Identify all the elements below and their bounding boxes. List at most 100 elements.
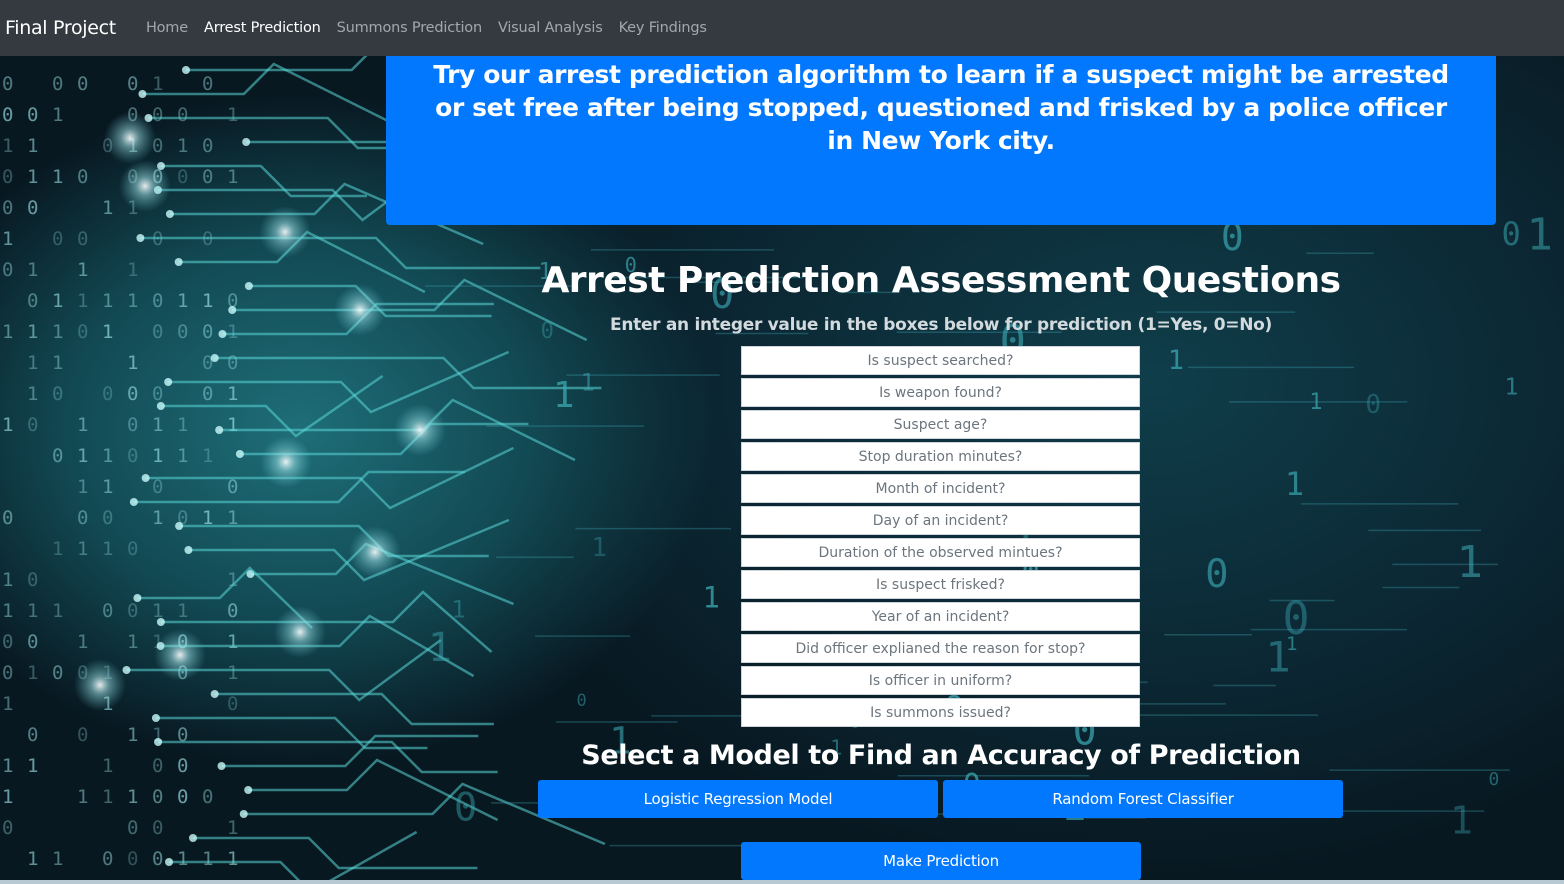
nav-link-key-findings[interactable]: Key Findings	[611, 20, 715, 36]
model-section-title: Select a Model to Find an Accuracy of Pr…	[581, 740, 1301, 771]
svg-text:1: 1	[77, 538, 88, 560]
svg-text:0: 0	[2, 166, 13, 188]
questions-form	[741, 346, 1140, 730]
svg-text:1: 1	[428, 625, 452, 671]
weapon-found-input[interactable]	[741, 378, 1140, 407]
svg-text:1: 1	[177, 445, 188, 467]
svg-text:0: 0	[127, 600, 138, 622]
svg-text:0: 0	[127, 538, 138, 560]
svg-text:1: 1	[177, 600, 188, 622]
svg-text:0: 0	[127, 383, 138, 405]
svg-text:0: 0	[27, 197, 38, 219]
nav-link-visual-analysis[interactable]: Visual Analysis	[490, 20, 611, 36]
make-prediction-button[interactable]: Make Prediction	[741, 842, 1141, 880]
svg-text:1: 1	[227, 414, 238, 436]
svg-text:0: 0	[77, 166, 88, 188]
svg-text:0: 0	[127, 445, 138, 467]
svg-text:0: 0	[202, 135, 213, 157]
svg-text:1: 1	[52, 104, 63, 126]
svg-text:1: 1	[102, 445, 113, 467]
nav-link-arrest-prediction[interactable]: Arrest Prediction	[196, 20, 329, 36]
svg-text:1: 1	[102, 786, 113, 808]
svg-text:0: 0	[27, 569, 38, 591]
svg-text:1: 1	[1285, 465, 1304, 503]
svg-text:1: 1	[202, 445, 213, 467]
svg-text:1: 1	[77, 414, 88, 436]
hero-banner: Try our arrest prediction algorithm to l…	[386, 56, 1496, 225]
suspect-age-input[interactable]	[741, 410, 1140, 439]
observed-duration-input[interactable]	[741, 538, 1140, 567]
brand-link[interactable]: Final Project	[5, 17, 116, 39]
svg-text:0: 0	[202, 383, 213, 405]
svg-text:1: 1	[102, 197, 113, 219]
svg-text:0: 0	[127, 414, 138, 436]
svg-text:0: 0	[177, 166, 188, 188]
svg-text:1: 1	[451, 596, 465, 624]
svg-text:0: 0	[576, 691, 586, 711]
svg-text:0: 0	[52, 73, 63, 95]
svg-text:0: 0	[52, 445, 63, 467]
svg-text:0: 0	[2, 631, 13, 653]
incident-day-input[interactable]	[741, 506, 1140, 535]
svg-text:1: 1	[591, 533, 607, 563]
logistic-regression-button[interactable]: Logistic Regression Model	[538, 780, 938, 818]
svg-text:1: 1	[227, 817, 238, 839]
svg-text:1: 1	[27, 135, 38, 157]
svg-text:0: 0	[177, 104, 188, 126]
svg-text:0: 0	[2, 817, 13, 839]
svg-text:0: 0	[27, 104, 38, 126]
svg-text:0: 0	[27, 631, 38, 653]
svg-text:0: 0	[202, 166, 213, 188]
svg-text:1: 1	[27, 352, 38, 374]
suspect-searched-input[interactable]	[741, 346, 1140, 375]
svg-text:1: 1	[2, 569, 13, 591]
svg-text:1: 1	[1286, 633, 1297, 655]
svg-text:1: 1	[52, 848, 63, 870]
svg-text:1: 1	[152, 414, 163, 436]
svg-text:0: 0	[152, 817, 163, 839]
svg-text:1: 1	[1450, 799, 1473, 843]
svg-text:1: 1	[227, 662, 238, 684]
svg-text:1: 1	[177, 848, 188, 870]
svg-text:0: 0	[177, 786, 188, 808]
svg-text:0: 0	[227, 476, 238, 498]
svg-text:0: 0	[127, 848, 138, 870]
svg-text:0: 0	[102, 600, 113, 622]
svg-text:1: 1	[27, 848, 38, 870]
svg-text:1: 1	[52, 166, 63, 188]
svg-text:0: 0	[77, 507, 88, 529]
instructions-text: Enter an integer value in the boxes belo…	[610, 315, 1272, 335]
svg-text:1: 1	[127, 786, 138, 808]
suspect-frisked-input[interactable]	[741, 570, 1140, 599]
incident-month-input[interactable]	[741, 474, 1140, 503]
page-title: Arrest Prediction Assessment Questions	[541, 260, 1341, 301]
svg-text:0: 0	[127, 73, 138, 95]
svg-text:1: 1	[152, 73, 163, 95]
nav-link-home[interactable]: Home	[138, 20, 196, 36]
svg-text:1: 1	[77, 631, 88, 653]
stop-duration-input[interactable]	[741, 442, 1140, 471]
svg-text:0: 0	[1205, 552, 1228, 597]
svg-text:0: 0	[77, 73, 88, 95]
svg-text:1: 1	[1168, 345, 1184, 376]
svg-text:0: 0	[27, 414, 38, 436]
svg-text:1: 1	[2, 414, 13, 436]
svg-text:0: 0	[102, 848, 113, 870]
bottom-edge	[0, 880, 1564, 884]
summons-issued-input[interactable]	[741, 698, 1140, 727]
svg-text:0: 0	[1489, 769, 1500, 790]
svg-text:0: 0	[102, 507, 113, 529]
svg-text:0: 0	[152, 848, 163, 870]
svg-text:0: 0	[52, 383, 63, 405]
svg-text:0: 0	[2, 507, 13, 529]
nav-link-summons-prediction[interactable]: Summons Prediction	[329, 20, 490, 36]
officer-uniform-input[interactable]	[741, 666, 1140, 695]
svg-text:1: 1	[1309, 390, 1322, 415]
svg-text:1: 1	[77, 786, 88, 808]
random-forest-button[interactable]: Random Forest Classifier	[943, 780, 1343, 818]
incident-year-input[interactable]	[741, 602, 1140, 631]
svg-text:1: 1	[1504, 374, 1518, 400]
svg-text:1: 1	[177, 135, 188, 157]
reason-explained-input[interactable]	[741, 634, 1140, 663]
svg-text:1: 1	[27, 662, 38, 684]
